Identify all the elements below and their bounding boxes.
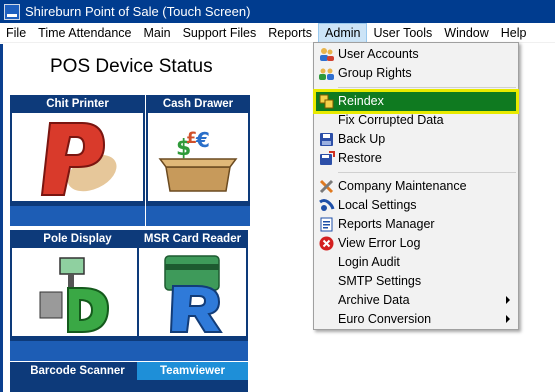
admin-dropdown-menu: User Accounts Group Rights Reindex Fix C… <box>313 42 519 330</box>
menu-item-restore[interactable]: Restore <box>316 149 516 168</box>
cash-drawer-icon: $ € £ <box>158 128 238 192</box>
menu-item-back-up[interactable]: Back Up <box>316 130 516 149</box>
submenu-arrow-icon <box>506 296 510 304</box>
menu-help[interactable]: Help <box>495 23 533 43</box>
menu-item-reindex[interactable]: Reindex <box>313 89 519 114</box>
menu-item-login-audit[interactable]: Login Audit <box>316 253 516 272</box>
reports-manager-icon <box>320 217 333 232</box>
tile-image-area <box>12 113 143 201</box>
menu-separator <box>338 172 516 173</box>
menu-support-files[interactable]: Support Files <box>177 23 263 43</box>
reindex-icon <box>319 94 334 109</box>
menu-item-local-settings[interactable]: Local Settings <box>316 196 516 215</box>
tile-status-bar <box>146 206 250 226</box>
menu-item-view-error-log[interactable]: View Error Log <box>316 234 516 253</box>
tools-icon <box>319 179 334 194</box>
menu-item-label: Login Audit <box>338 255 400 269</box>
menu-admin[interactable]: Admin <box>318 22 368 43</box>
pole-display-icon <box>39 257 110 333</box>
menu-item-label: Reindex <box>338 94 384 108</box>
tile-chit-printer[interactable]: Chit Printer <box>10 95 145 226</box>
tile-label: Chit Printer <box>46 98 109 110</box>
tile-label: Barcode Scanner <box>30 365 125 377</box>
menu-item-fix-corrupted-data[interactable]: Fix Corrupted Data <box>316 111 516 130</box>
panel-border <box>0 44 3 392</box>
tile-image-area <box>139 248 246 336</box>
local-settings-icon <box>319 199 335 211</box>
tile-image-area: $ € £ <box>148 113 248 201</box>
menu-time-attendance[interactable]: Time Attendance <box>32 23 137 43</box>
tile-barcode-scanner[interactable]: Barcode Scanner <box>10 362 145 392</box>
tile-status-bar <box>10 206 145 226</box>
tile-msr-card-reader[interactable]: MSR Card Reader <box>137 230 248 361</box>
svg-text:£: £ <box>186 128 197 147</box>
tile-status-bar <box>10 341 145 361</box>
backup-icon <box>320 133 333 146</box>
menu-item-label: Restore <box>338 151 382 165</box>
window-title: Shireburn Point of Sale (Touch Screen) <box>25 4 251 19</box>
menu-item-label: Group Rights <box>338 66 412 80</box>
menu-item-smtp-settings[interactable]: SMTP Settings <box>316 272 516 291</box>
menu-reports[interactable]: Reports <box>262 23 318 43</box>
tile-label: MSR Card Reader <box>143 233 242 245</box>
tile-image-area <box>12 248 143 336</box>
tile-pole-display[interactable]: Pole Display <box>10 230 145 361</box>
group-icon <box>319 68 334 80</box>
error-icon <box>319 236 334 251</box>
tile-status-bar <box>137 341 248 361</box>
menu-main[interactable]: Main <box>138 23 177 43</box>
tile-label: Teamviewer <box>137 362 248 380</box>
title-bar: Shireburn Point of Sale (Touch Screen) <box>0 0 555 23</box>
tile-label: Pole Display <box>43 233 112 245</box>
menu-user-tools[interactable]: User Tools <box>367 23 438 43</box>
users-icon <box>320 48 334 61</box>
tile-teamviewer[interactable]: Teamviewer <box>137 362 248 392</box>
menu-item-group-rights[interactable]: Group Rights <box>316 64 516 83</box>
menu-item-reports-manager[interactable]: Reports Manager <box>316 215 516 234</box>
page-title: POS Device Status <box>50 56 213 77</box>
msr-card-reader-icon <box>164 255 223 333</box>
restore-icon <box>320 151 335 165</box>
menu-window[interactable]: Window <box>438 23 494 43</box>
menu-item-label: Fix Corrupted Data <box>338 113 444 127</box>
menu-item-label: Euro Conversion <box>338 312 432 326</box>
menu-item-euro-conversion[interactable]: Euro Conversion <box>316 310 516 329</box>
menu-item-company-maintenance[interactable]: Company Maintenance <box>316 177 516 196</box>
menu-item-archive-data[interactable]: Archive Data <box>316 291 516 310</box>
menu-bar: File Time Attendance Main Support Files … <box>0 22 555 43</box>
menu-item-label: View Error Log <box>338 236 421 250</box>
menu-item-label: Archive Data <box>338 293 410 307</box>
submenu-arrow-icon <box>506 315 510 323</box>
app-icon <box>4 3 20 20</box>
menu-item-label: Reports Manager <box>338 217 435 231</box>
menu-item-label: Back Up <box>338 132 386 146</box>
menu-separator <box>338 87 516 88</box>
menu-item-label: Company Maintenance <box>338 179 467 193</box>
menu-item-user-accounts[interactable]: User Accounts <box>316 45 516 64</box>
tile-label: Cash Drawer <box>162 98 234 110</box>
svg-text:€: € <box>195 128 210 152</box>
chit-printer-icon <box>40 122 117 196</box>
tile-cash-drawer[interactable]: Cash Drawer $ € £ <box>146 95 250 226</box>
menu-file[interactable]: File <box>0 23 32 43</box>
menu-item-label: SMTP Settings <box>338 274 422 288</box>
menu-item-label: Local Settings <box>338 198 417 212</box>
menu-item-label: User Accounts <box>338 47 419 61</box>
